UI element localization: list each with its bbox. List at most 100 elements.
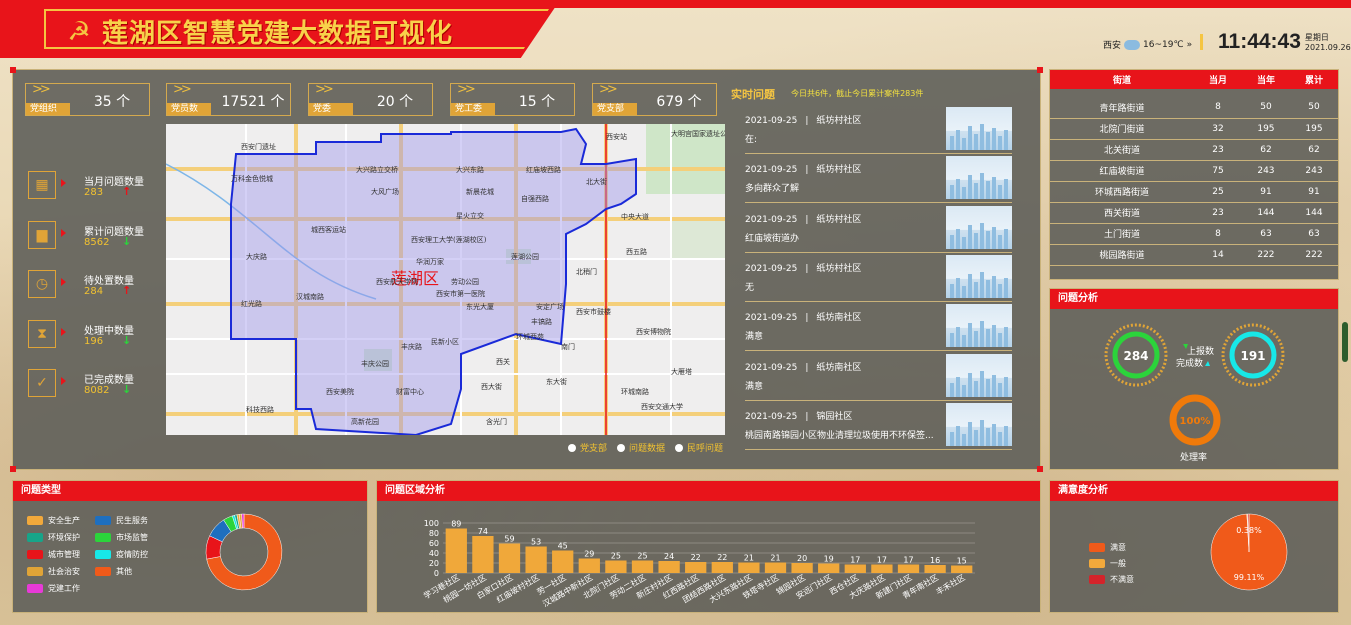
bar[interactable] (844, 564, 866, 574)
legend-problem-data[interactable]: 问题数据 (617, 441, 665, 454)
city-skyline-thumbnail[interactable] (946, 254, 1012, 298)
realtime-item-date: 2021-09-25 (745, 263, 798, 274)
legend-item[interactable]: 城市管理 (27, 549, 80, 560)
table-row[interactable]: 红庙坡街道 75 243 243 (1050, 160, 1338, 182)
gauges-svg: 284 191 100% (1104, 323, 1285, 446)
bar[interactable] (658, 561, 680, 573)
legend-swatch (1089, 543, 1105, 552)
map-place-label: 大雁塔 (671, 367, 692, 376)
side-stat: ✓ 已完成数量 8082 ↓ (28, 369, 158, 409)
stat-label: 党工委 (451, 103, 495, 115)
table-row[interactable]: 青年路街道 8 50 50 (1050, 97, 1338, 119)
bar[interactable] (445, 528, 467, 574)
city-skyline-thumbnail[interactable] (946, 205, 1012, 249)
map-place-label: 莲湖公园 (511, 252, 539, 261)
weather-more-link[interactable]: » (1187, 40, 1193, 50)
legend-item[interactable]: 满意 (1089, 542, 1126, 553)
city-skyline-thumbnail[interactable] (946, 353, 1012, 397)
table-row[interactable]: 环城西路街道 25 91 91 (1050, 181, 1338, 203)
legend-item[interactable]: 不满意 (1089, 574, 1134, 585)
realtime-item[interactable]: 2021-09-25 | 纸坊村社区无 (745, 254, 1012, 302)
map-place-label: 西安理工大学(莲湖校区) (411, 235, 487, 244)
legend-label: 不满意 (1110, 575, 1134, 584)
legend-label: 民呼问题 (687, 444, 724, 454)
bar[interactable] (764, 562, 787, 574)
bar[interactable] (818, 563, 840, 574)
map-place-label: 安定广场 (536, 302, 564, 311)
realtime-item[interactable]: 2021-09-25 | 纸坊南社区 满意 (745, 353, 1012, 401)
table-cell: 50 (1289, 97, 1338, 119)
table-cell: 23 (1193, 139, 1242, 161)
realtime-item-sep: | (805, 165, 809, 176)
stat-card: >> 党组织 35 个 (25, 82, 150, 116)
legend-item[interactable]: 市场监管 (95, 532, 148, 543)
chevron-icon: >> (32, 82, 51, 97)
bar[interactable] (631, 560, 654, 574)
trend-up-icon: ↑ (122, 185, 132, 198)
legend-label: 民生服务 (116, 516, 148, 525)
map-svg[interactable]: 莲湖区 西安门遗址大兴路立交桥 大兴东路 红庙坡西路大风广场 新晨花城自强西路万科金色… (166, 124, 725, 435)
pointer-icon (61, 377, 66, 385)
table-cell: 50 (1241, 97, 1290, 119)
table-cell: 北关街道 (1050, 139, 1194, 161)
clock: 11:44:43 星期日 2021.09.26 (1218, 30, 1351, 54)
legend-item[interactable]: 安全生产 (27, 515, 80, 526)
legend-item[interactable]: 社会治安 (27, 566, 80, 577)
bar[interactable] (498, 543, 521, 574)
bar-value-label: 74 (478, 527, 488, 536)
realtime-item-content: 满意 (745, 381, 764, 392)
bar[interactable] (871, 564, 893, 574)
table-row[interactable]: 土门街道 8 63 63 (1050, 223, 1338, 245)
table-row[interactable]: 桃园路街道 14 222 222 (1050, 244, 1338, 266)
map-place-label: 红光路 (241, 299, 262, 308)
realtime-item[interactable]: 2021-09-25 | 纸坊村社区 红庙坡街道办 (745, 205, 1012, 253)
bar[interactable] (791, 563, 813, 573)
city-skyline-thumbnail[interactable] (946, 304, 1012, 348)
panel-corner (1037, 67, 1043, 73)
panel-corner (10, 67, 16, 73)
realtime-item[interactable]: 2021-09-25 | 纸坊村社区 在: (745, 107, 1012, 154)
side-stat-value: 8082 (84, 385, 110, 396)
bar[interactable] (738, 562, 760, 574)
legend-public-call[interactable]: 民呼问题 (675, 441, 723, 454)
realtime-item[interactable]: 2021-09-25 | 锦园社区 桃园南路锦园小区物业清理垃圾使用不环保签... (745, 402, 1012, 450)
legend-label: 环境保护 (48, 533, 80, 542)
bar[interactable] (472, 536, 494, 573)
bar[interactable] (711, 562, 733, 573)
table-row[interactable]: 西关街道 23 144 144 (1050, 202, 1338, 224)
city-skyline-thumbnail[interactable] (946, 156, 1012, 200)
panel-title: 问题分析 (1050, 289, 1338, 309)
realtime-item[interactable]: 2021-09-25 | 纸坊南社区 满意 (745, 304, 1012, 352)
legend-swatch (1089, 559, 1105, 568)
bar[interactable] (552, 550, 574, 574)
bar[interactable] (951, 565, 973, 574)
bar[interactable] (578, 558, 600, 574)
calendar-icon: ▦ (28, 171, 56, 199)
bar[interactable] (525, 546, 547, 574)
bar[interactable] (897, 564, 920, 574)
legend-dot (617, 443, 625, 452)
bar[interactable] (685, 562, 707, 573)
legend-item[interactable]: 一般 (1089, 558, 1126, 569)
table-cell: 243 (1241, 160, 1290, 182)
table-row[interactable]: 北院门街道 32 195 195 (1050, 118, 1338, 140)
district-map[interactable]: 莲湖区 西安门遗址 大兴路立交桥 大兴东路 红庙坡西路 大风广场 新晨花城 自强西路 万科金色… (166, 124, 725, 435)
realtime-item-sep: | (805, 116, 809, 126)
legend-item[interactable]: 其他 (95, 566, 132, 577)
city-skyline-thumbnail[interactable] (946, 402, 1012, 446)
scrollbar-thumb[interactable] (1342, 322, 1348, 362)
realtime-item[interactable]: 2021-09-25 | 纸坊村社区 多向群众了解 (745, 156, 1012, 204)
bar[interactable] (924, 565, 946, 573)
bar[interactable] (605, 560, 627, 574)
legend-item[interactable]: 党建工作 (27, 583, 80, 594)
legend-item[interactable]: 环境保护 (27, 532, 80, 543)
page-title: 莲湖区智慧党建大数据可视化 (102, 19, 454, 49)
legend-swatch (95, 533, 111, 542)
clock-time: 11:44:43 (1218, 30, 1301, 53)
legend-branch[interactable]: 党支部 (568, 441, 607, 454)
city-skyline-thumbnail[interactable] (946, 107, 1012, 150)
legend-item[interactable]: 民生服务 (95, 515, 148, 526)
table-row[interactable]: 北关街道 23 62 62 (1050, 139, 1338, 161)
bar-value-label: 22 (691, 553, 701, 562)
legend-item[interactable]: 疫情防控 (95, 549, 148, 560)
